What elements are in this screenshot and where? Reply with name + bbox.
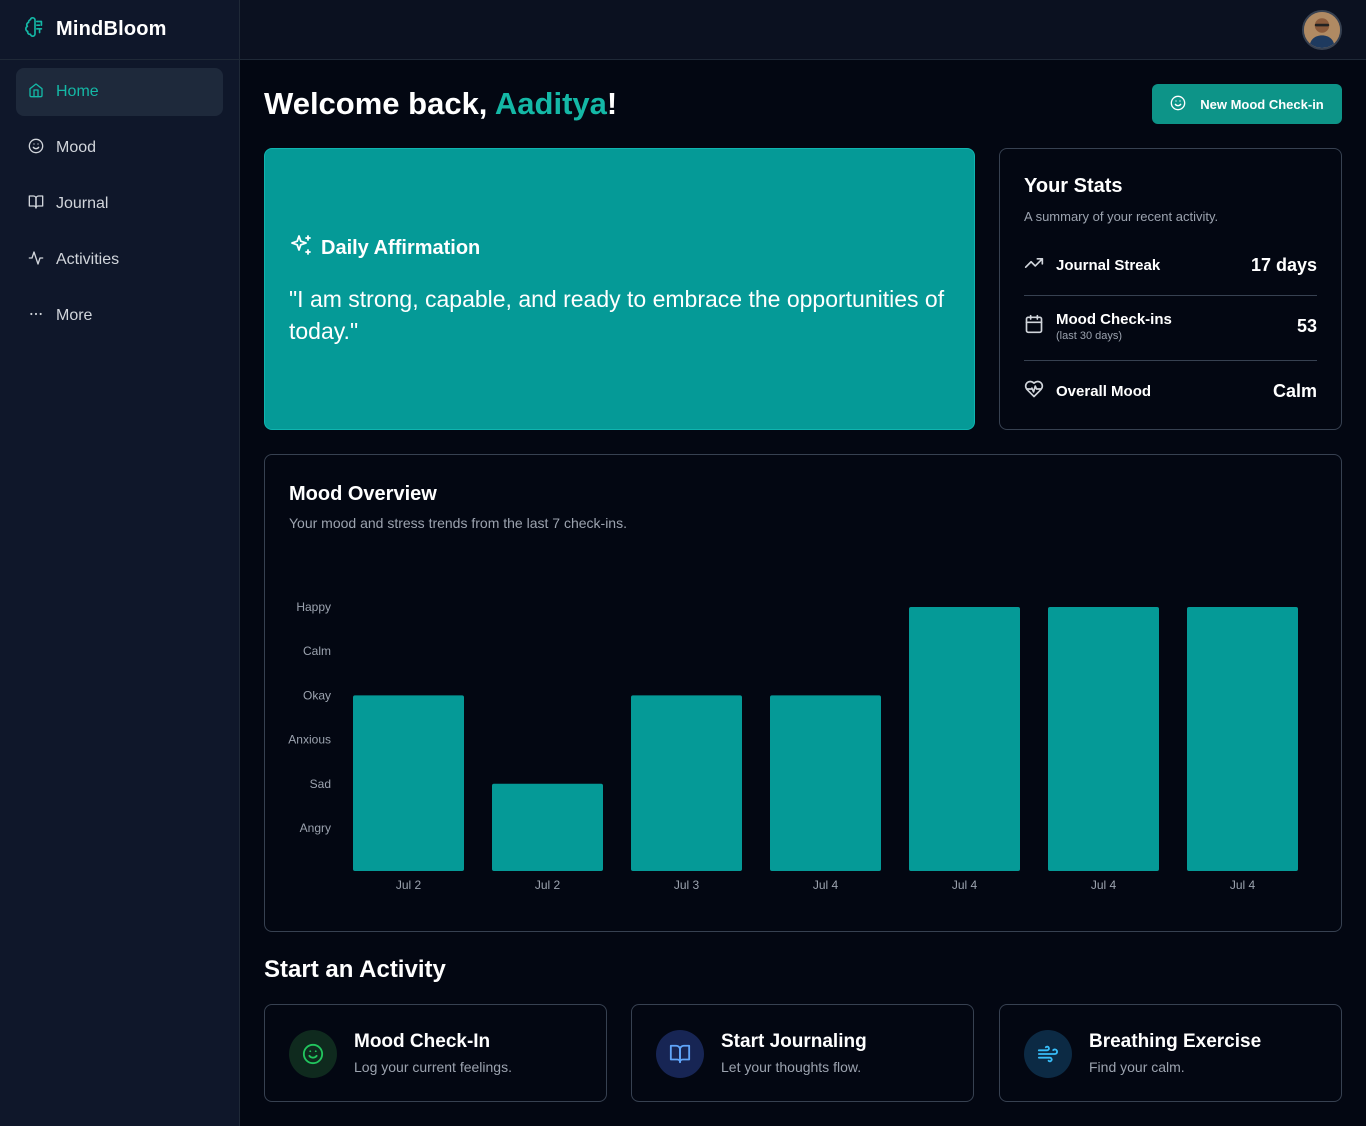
user-name: Aaditya [494,86,607,121]
stat-label-group: Mood Check-ins (last 30 days) [1056,311,1172,342]
new-mood-checkin-label: New Mood Check-in [1200,96,1324,112]
book-icon [656,1030,704,1078]
chart-bar[interactable] [631,695,742,871]
smile-icon [289,1030,337,1078]
activity-card-breathing-exercise[interactable]: Breathing Exercise Find your calm. [999,1004,1342,1102]
sidebar-item-label: More [56,307,93,324]
smile-icon [28,138,44,159]
app-name: MindBloom [56,18,167,40]
chart-bar[interactable] [353,695,464,871]
sidebar-item-label: Activities [56,251,120,268]
stat-label: Mood Check-ins [1056,311,1172,328]
x-tick-label: Jul 3 [674,878,700,892]
activity-title: Breathing Exercise [1089,1031,1262,1052]
sidebar-item-journal[interactable]: Journal [16,180,223,228]
affirmation-header: Daily Affirmation [289,233,480,263]
chart-bar[interactable] [770,695,881,871]
sidebar-item-label: Journal [56,195,109,212]
x-tick-label: Jul 4 [1091,878,1117,892]
x-tick-label: Jul 4 [952,878,978,892]
activity-desc: Log your current feelings. [354,1059,512,1075]
x-tick-label: Jul 2 [535,878,561,892]
y-tick-label: Sad [310,777,331,791]
x-tick-label: Jul 4 [813,878,839,892]
new-mood-checkin-button[interactable]: New Mood Check-in [1152,84,1342,124]
stat-value: 17 days [1250,255,1317,275]
divider [1024,295,1317,296]
stats-title: Your Stats [1024,175,1123,197]
sidebar-item-label: Mood [56,139,97,156]
sidebar-item-activities[interactable]: Activities [16,236,223,284]
affirmation-quote: "I am strong, capable, and ready to embr… [289,286,945,344]
topbar [240,0,1366,60]
mood-overview-card: Mood Overview Your mood and stress trend… [264,454,1342,932]
activity-desc: Let your thoughts flow. [721,1059,862,1075]
mood-chart: Angry Sad Anxious Okay Calm Happy Jul 2 Jul 2 Ju… [288,600,1298,892]
y-tick-label: Angry [300,821,331,835]
y-tick-label: Anxious [288,733,331,747]
more-icon [28,306,44,327]
book-icon [28,194,44,215]
daily-affirmation-card: Daily Affirmation "I am strong, capable,… [264,148,975,430]
sidebar: MindBloom Home Mood Journal Activities M… [0,0,240,1126]
welcome-heading: Welcome back, Aaditya! [264,86,617,122]
stat-value: Calm [1272,381,1317,401]
y-tick-label: Happy [296,600,331,614]
stats-subtitle: A summary of your recent activity. [1024,209,1219,224]
stat-value: 53 [1296,316,1317,336]
sparkles-icon [289,233,321,263]
sidebar-item-label: Home [56,83,99,100]
chart-bar[interactable] [909,607,1020,871]
y-tick-label: Calm [303,644,331,658]
activity-card-mood-checkin[interactable]: Mood Check-In Log your current feelings. [264,1004,607,1102]
stat-sublabel: (last 30 days) [1056,330,1123,342]
stats-card: Your Stats A summary of your recent acti… [999,148,1342,430]
user-avatar[interactable] [1302,10,1342,50]
smile-icon [1170,95,1200,114]
affirmation-title: Daily Affirmation [321,236,481,259]
sidebar-item-more[interactable]: More [16,292,223,340]
activity-icon [28,250,44,271]
divider [1024,360,1317,361]
trending-up-icon [1024,253,1044,278]
stat-row-journal-streak: Journal Streak 17 days [1024,253,1317,278]
start-activity-title: Start an Activity [264,956,446,983]
y-tick-label: Okay [303,688,331,702]
wind-icon [1024,1030,1072,1078]
sidebar-item-home[interactable]: Home [16,68,223,116]
activity-title: Start Journaling [721,1031,867,1052]
brand[interactable]: MindBloom [0,0,239,60]
stat-row-overall-mood: Overall Mood Calm [1024,379,1317,404]
calendar-icon [1024,314,1044,339]
stat-row-mood-checkins: Mood Check-ins (last 30 days) 53 [1024,311,1317,342]
stat-label: Journal Streak [1056,257,1161,274]
sidebar-item-mood[interactable]: Mood [16,124,223,172]
heart-pulse-icon [1024,379,1044,404]
x-tick-label: Jul 2 [396,878,422,892]
home-icon [28,82,44,103]
brain-icon [24,16,46,43]
welcome-prefix: Welcome back, [264,86,495,121]
chart-bar[interactable] [492,783,603,871]
welcome-suffix: ! [606,86,618,121]
x-tick-label: Jul 4 [1230,878,1256,892]
chart-bar[interactable] [1187,607,1298,871]
activity-title: Mood Check-In [354,1031,491,1052]
sidebar-nav: Home Mood Journal Activities More [0,60,239,356]
activity-desc: Find your calm. [1089,1059,1185,1075]
stat-label: Overall Mood [1056,383,1152,400]
chart-bar[interactable] [1048,607,1159,871]
activity-card-start-journaling[interactable]: Start Journaling Let your thoughts flow. [631,1004,974,1102]
